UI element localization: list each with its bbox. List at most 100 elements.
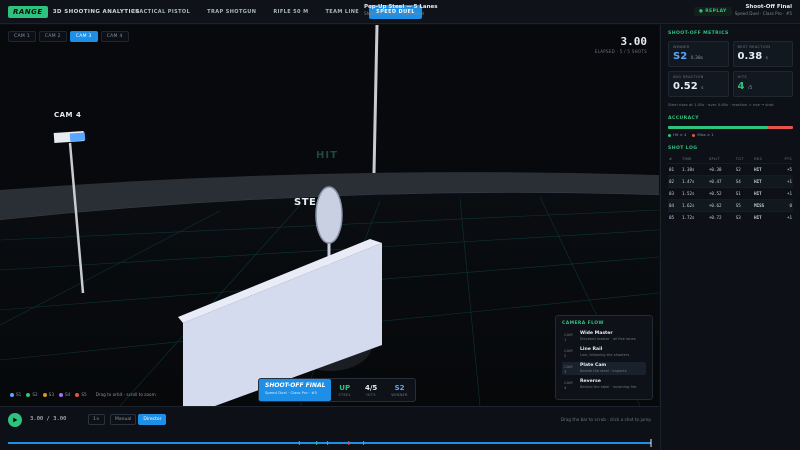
hud-title-block: SHOOT-OFF FINAL Speed Duel · Class Pro ·… [259, 379, 332, 401]
shot-log-col-4: RES [754, 157, 763, 161]
shot-log-cell-tgt: S4 [734, 175, 754, 188]
accuracy-miss-legend: Miss × 1 [692, 132, 714, 137]
shot-log-cell-pts: +1 [775, 187, 793, 200]
accuracy-miss-fill [768, 126, 793, 129]
metric-unit: 0.38s [690, 56, 704, 61]
replay-badge[interactable]: ● REPLAY [694, 7, 732, 16]
legend-dot-icon [26, 393, 31, 397]
hud-title: SHOOT-OFF FINAL [265, 382, 326, 389]
camera-flow-item[interactable]: CAM 1 Wide Master Elevated master · all fi… [562, 330, 646, 343]
shot-log-cell-res: MISS [753, 199, 776, 212]
shot-log-table: # TIME SPLIT TGT RES PTS 01 1.38s +0.38 S2 HIT +5 0… [668, 155, 793, 223]
hud-value: S2 [394, 383, 405, 392]
speed-button[interactable]: 1× [88, 414, 105, 425]
tab-trap-shotgun[interactable]: TRAP SHOTGUN [200, 5, 263, 19]
tab-practical-pistol[interactable]: PRACTICAL PISTOL [124, 5, 197, 19]
shot-log-cell-split: +0.47 [707, 175, 735, 188]
metric-label: HITS [737, 75, 747, 79]
metric-value: 0.52 s [673, 81, 724, 92]
3d-viewport[interactable]: CAM 1 CAM 2 CAM 3 CAM 4 3.00 ELAPSED · 5 / … [0, 25, 659, 406]
shot-log-cell-split: +0.52 [707, 187, 735, 200]
shot-log-cell-time: 1.72s [680, 211, 708, 223]
mode-director-button[interactable]: Director [138, 414, 167, 425]
shot-log-col-3: TGT [735, 157, 744, 161]
shot-log-cell-split: +0.62 [707, 199, 735, 212]
analytics-panel: SHOOT-OFF METRICS WINNER S2 0.38s BEST REA… [660, 25, 800, 450]
legend-item-s1: S1 [10, 392, 21, 397]
legend-dot-icon [75, 393, 80, 397]
camera-flow-desc: Behind the steel · incoming fire [580, 385, 637, 389]
metric-number: 4 [737, 81, 745, 92]
app-logo[interactable]: RANGE [8, 5, 48, 18]
play-icon [13, 417, 18, 423]
table-row[interactable]: 01 1.38s +0.38 S2 HIT +5 [668, 163, 793, 176]
camera-tab-3[interactable]: CAM 3 [69, 31, 98, 42]
legend-dot-icon [42, 393, 47, 397]
lane-legend: S1 S2 S3 S4 S5 Drag to orbit · scroll to zoom [10, 392, 156, 397]
legend-item-s2: S2 [26, 392, 38, 397]
table-row[interactable]: 04 1.62s +0.62 S5 MISS 0 [668, 199, 793, 212]
table-row[interactable]: 05 1.72s +0.72 S3 HIT +1 [668, 211, 793, 223]
camera-flow-title: CAMERA FLOW [562, 321, 604, 326]
legend-dot-icon [10, 393, 14, 397]
scrub-hint: Drag the bar to scrub · click a shot to … [560, 417, 651, 422]
camera-tab-1[interactable]: CAM 1 [8, 31, 36, 42]
mode-manual-button[interactable]: Manual [110, 414, 137, 425]
hud-label: HITS [366, 392, 376, 397]
shot-log-cell-n: 02 [668, 175, 681, 188]
metric-avg-reaction: AVG REACTION 0.52 s [668, 71, 729, 97]
stage-subtitle: Shoot-Off · Final · 6mm Steel [364, 11, 425, 16]
camera-flow-item[interactable]: CAM 3 Plate Cam Beside the steel · impacts [562, 362, 646, 375]
shot-log-cell-tgt: S1 [734, 187, 754, 200]
play-button[interactable] [8, 413, 22, 427]
steel-label: STE [294, 197, 317, 208]
camera-flow-panel: CAMERA FLOW CAM 1 Wide Master Elevated mas… [555, 315, 653, 400]
cam4-label: CAM 4 [54, 111, 82, 119]
shot-log-header: # TIME SPLIT TGT RES PTS [668, 155, 793, 164]
legend-item-s4: S4 [58, 392, 71, 397]
metric-best-reaction: BEST REACTION 0.38 s [732, 41, 793, 67]
shot-log-cell-pts: +5 [775, 163, 793, 176]
shot-log-cell-tgt: S5 [734, 199, 754, 212]
accuracy-hit-fill [668, 126, 768, 129]
legend-label: S4 [64, 392, 71, 397]
camera-flow-item[interactable]: CAM 2 Line Rail Low, following the shooter… [562, 346, 646, 359]
hud-label: WINNER [391, 392, 408, 397]
shot-log-cell-n: 05 [668, 211, 681, 223]
accuracy-legend: Hit × 4 Miss × 1 [668, 132, 793, 137]
tab-rifle-50-m[interactable]: RIFLE 50 M [266, 5, 315, 19]
camera-flow-name: Plate Cam [580, 363, 607, 368]
metric-label: AVG REACTION [673, 75, 704, 79]
hud-value: UP [339, 383, 351, 392]
shot-log-cell-tgt: S3 [734, 211, 754, 223]
camera-flow-name: Line Rail [580, 347, 603, 352]
shot-log-cell-time: 1.62s [680, 199, 708, 212]
camera-flow-desc: Elevated master · all five lanes [580, 337, 636, 341]
camera-flow-body: Reverse Behind the steel · incoming fire [580, 379, 636, 390]
camera-flow-cam: CAM 3 [564, 364, 573, 374]
camera-flow-item[interactable]: CAM 4 Reverse Behind the steel · incoming … [562, 378, 646, 391]
shot-log-cell-time: 1.52s [680, 187, 708, 200]
metric-unit: /5 [747, 86, 753, 91]
camera-flow-body: Plate Cam Beside the steel · impacts [580, 363, 627, 374]
camera-tab-4[interactable]: CAM 4 [100, 31, 129, 42]
timeline-scrubber[interactable] [0, 437, 659, 449]
metric-number: 0.38 [737, 51, 763, 62]
camera-tab-2[interactable]: CAM 2 [38, 31, 67, 42]
table-row[interactable]: 02 1.47s +0.47 S4 HIT +1 [668, 175, 793, 188]
tab-team-line[interactable]: TEAM LINE [318, 5, 366, 19]
camera-flow-name: Wide Master [580, 331, 613, 336]
shot-log-cell-split: +0.72 [707, 211, 735, 223]
metric-number: 0.52 [673, 81, 698, 92]
accuracy-bar [668, 126, 793, 129]
shot-log-cell-n: 04 [668, 199, 681, 212]
metrics-title: SHOOT-OFF METRICS [668, 31, 729, 36]
accuracy-title: ACCURACY [668, 116, 700, 121]
camera-flow-desc: Low, following the shooters [580, 353, 630, 357]
shot-log-title: SHOT LOG [668, 146, 698, 151]
timer-value: 3.00 [620, 35, 648, 48]
metric-unit: s [701, 86, 704, 91]
table-row[interactable]: 03 1.52s +0.52 S1 HIT +1 [668, 187, 793, 200]
shot-log-col-2: SPLIT [708, 157, 721, 161]
shot-log-cell-time: 1.38s [680, 163, 708, 176]
